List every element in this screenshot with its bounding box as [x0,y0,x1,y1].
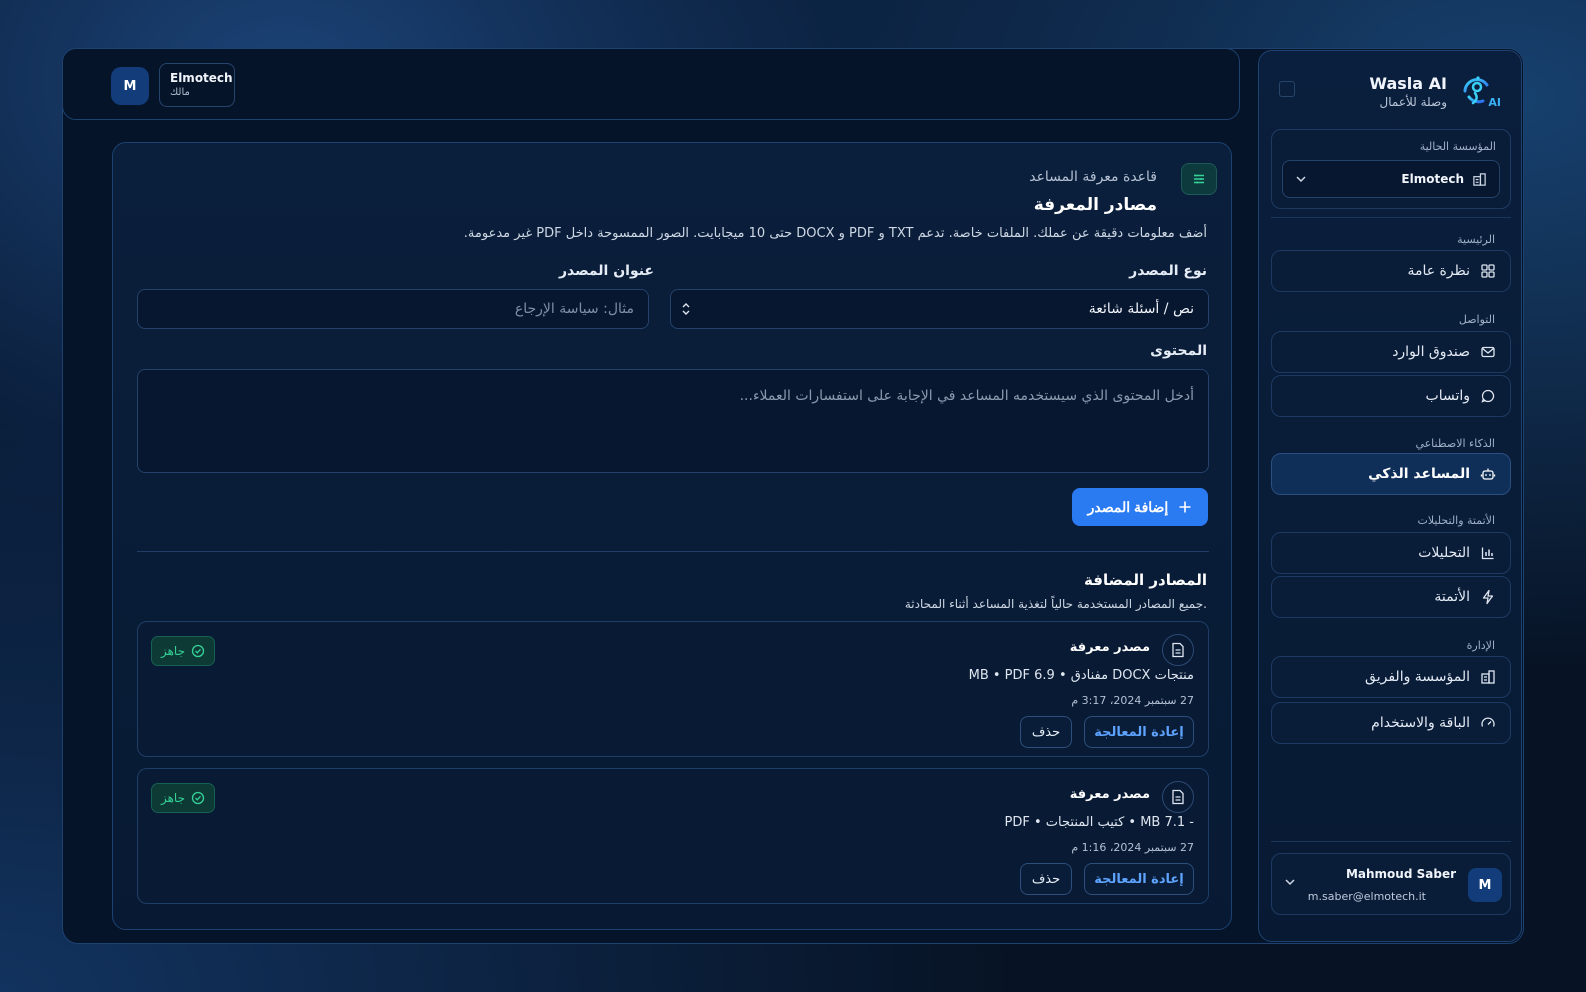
chevron-down-icon [1285,879,1295,886]
status-badge: جاهز [151,783,215,813]
sidebar-item-whatsapp[interactable]: واتساب [1271,375,1511,417]
page-description: أضف معلومات دقيقة عن عملك. الملفات خاصة.… [463,226,1207,241]
source-date: 27 سبتمبر 2024، 3:17 م [1071,694,1194,707]
source-type-label: نوع المصدر [1129,263,1207,279]
section-label-ai: الذكاء الاصطناعي [1415,437,1495,450]
added-sources-subtitle: جميع المصادر المستخدمة حالياً لتغذية الم… [904,597,1207,611]
document-icon [1162,634,1194,666]
sidebar-item-label: صندوق الوارد [1392,344,1470,360]
org-switcher-chip[interactable]: Elmotech مالك [159,63,235,107]
sidebar-item-inbox[interactable]: صندوق الوارد [1271,331,1511,373]
source-card: مصدر معرفة منتجات DOCX مفنادق • 6.9 MB •… [137,621,1209,757]
current-org-panel: المؤسسة الحالية Elmotech [1271,129,1511,209]
delete-button[interactable]: حذف [1020,863,1072,895]
page-title: مصادر المعرفة [1033,195,1157,215]
status-label: جاهز [160,791,186,805]
sliders-icon [1181,163,1217,195]
source-meta: - 7.1 MB • كتيب المنتجات • PDF [1004,815,1194,830]
status-label: جاهز [160,644,186,658]
grid-icon [1481,264,1495,278]
sidebar: Wasla AI وصلة للأعمال AI المؤسسة الحالية… [1258,50,1522,942]
chevron-down-icon [1296,176,1306,183]
source-title-input[interactable] [137,289,649,329]
org-select[interactable]: Elmotech [1282,160,1500,198]
sidebar-collapse-icon[interactable] [1279,81,1295,97]
reprocess-button[interactable]: إعادة المعالجة [1084,716,1194,748]
top-bar: M Elmotech مالك [62,48,1240,120]
source-name: مصدر معرفة [1069,787,1150,802]
section-label-communication: التواصل [1458,313,1495,326]
sidebar-item-org-team[interactable]: المؤسسة والفريق [1271,656,1511,698]
document-icon [1162,781,1194,813]
source-title-label: عنوان المصدر [558,263,654,279]
section-label-automation: الأتمتة والتحليلات [1417,514,1495,527]
brand-logo-badge: AI [1488,96,1501,109]
knowledge-card: قاعدة معرفة المساعد مصادر المعرفة أضف مع… [112,142,1232,930]
content-textarea[interactable] [137,369,1209,473]
section-divider [137,551,1209,552]
sidebar-item-analytics[interactable]: التحليلات [1271,532,1511,574]
source-type-value: نص / أسئلة شائعة [1088,301,1194,317]
sidebar-item-label: واتساب [1425,388,1470,404]
check-circle-icon [191,644,205,658]
org-name: Elmotech [170,71,233,85]
sidebar-item-plan-usage[interactable]: الباقة والاستخدام [1271,702,1511,744]
source-name: مصدر معرفة [1069,640,1150,655]
robot-icon [1480,468,1496,480]
sidebar-item-label: نظرة عامة [1407,263,1470,279]
source-type-select[interactable]: نص / أسئلة شائعة [670,289,1209,329]
avatar[interactable]: M [111,67,149,105]
chat-bubble-icon [1481,389,1495,403]
building-icon [1473,172,1486,186]
reprocess-button[interactable]: إعادة المعالجة [1084,863,1194,895]
delete-button[interactable]: حذف [1020,716,1072,748]
bar-chart-icon [1481,547,1494,560]
sidebar-item-label: التحليلات [1418,545,1470,561]
lightning-icon [1482,589,1494,605]
sidebar-item-label: المؤسسة والفريق [1365,669,1470,685]
gauge-icon [1481,717,1495,727]
user-name: Mahmoud Saber [1345,867,1456,881]
sidebar-item-overview[interactable]: نظرة عامة [1271,250,1511,292]
added-sources-title: المصادر المضافة [1084,571,1207,589]
add-source-label: إضافة المصدر [1087,498,1169,515]
status-badge: جاهز [151,636,215,666]
check-circle-icon [191,791,205,805]
sidebar-item-label: الأتمتة [1434,589,1470,605]
current-org-label: المؤسسة الحالية [1419,140,1496,153]
sidebar-divider [1271,841,1511,842]
source-date: 27 سبتمبر 2024، 1:16 م [1071,841,1194,854]
section-label-admin: الإدارة [1466,639,1495,652]
sidebar-item-label: الباقة والاستخدام [1371,715,1470,731]
user-menu[interactable]: Mahmoud Saber m.saber@elmotech.it M [1271,853,1511,915]
content-label: المحتوى [1150,343,1207,359]
user-email: m.saber@elmotech.it [1307,890,1426,903]
sidebar-item-label: المساعد الذكي [1368,466,1470,482]
plus-icon [1179,501,1191,513]
add-source-button[interactable]: إضافة المصدر [1072,488,1208,526]
mail-icon [1481,346,1495,358]
user-role: مالك [170,87,190,98]
sidebar-item-automation[interactable]: الأتمتة [1271,576,1511,618]
brand-name: Wasla AI [1369,73,1447,93]
brand: Wasla AI وصلة للأعمال AI [1369,71,1501,111]
brand-subtitle: وصلة للأعمال [1379,94,1448,109]
section-eyebrow: قاعدة معرفة المساعد [1029,169,1157,185]
org-select-value: Elmotech [1401,172,1464,186]
avatar: M [1468,868,1502,902]
sidebar-divider [1271,217,1511,218]
source-meta: منتجات DOCX مفنادق • 6.9 MB • PDF [968,668,1194,683]
sort-arrows-icon [682,303,690,315]
building-icon [1481,670,1495,684]
source-card: مصدر معرفة - 7.1 MB • كتيب المنتجات • PD… [137,768,1209,904]
section-label-main: الرئيسية [1457,233,1495,246]
brand-logo-icon: AI [1457,71,1501,111]
sidebar-item-assistant[interactable]: المساعد الذكي [1271,453,1511,495]
